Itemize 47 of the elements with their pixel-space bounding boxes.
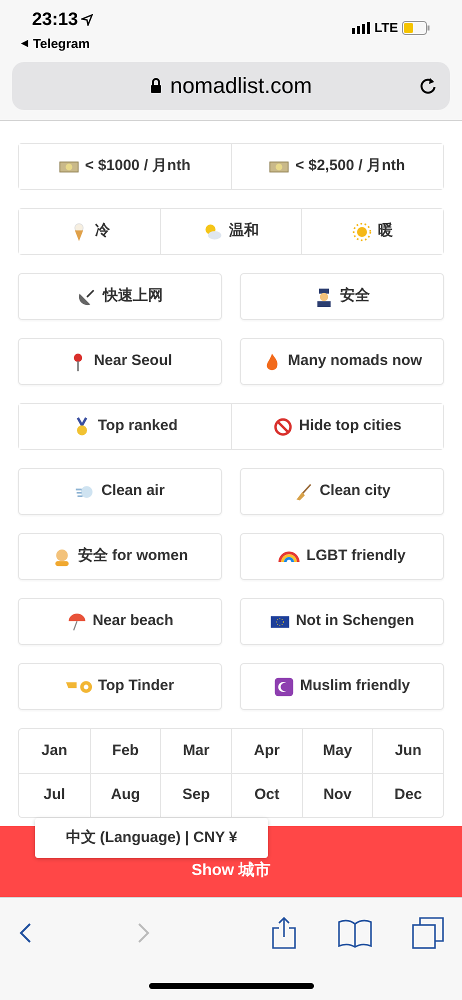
month-button[interactable]: Mar [160,729,231,773]
clock: 23:13 [32,8,78,31]
filter-button[interactable]: Hide top cities [230,404,443,449]
month-button[interactable]: Dec [372,773,443,817]
filter-button[interactable]: 快速上网 [18,273,222,320]
month-button[interactable]: Jan [19,729,90,773]
tabs-icon[interactable] [412,917,444,949]
filter-button[interactable]: Clean air [18,468,222,515]
crescent-icon [274,676,294,696]
bookmarks-icon[interactable] [338,918,372,948]
filter-button[interactable]: < $2,500 / 月nth [230,144,443,189]
battery-icon [402,20,430,35]
month-button[interactable]: Jun [372,729,443,773]
filter-button[interactable]: Near beach [18,598,222,645]
month-button[interactable]: May [302,729,372,773]
month-button[interactable]: Jul [19,773,90,817]
filter-button[interactable]: Many nomads now [240,338,444,385]
sun-icon [352,222,372,242]
network-label: LTE [374,19,398,37]
umbrella-icon [66,612,87,632]
lock-icon [150,78,162,94]
month-button[interactable]: Apr [230,729,302,773]
filter-button[interactable]: Not in Schengen [240,598,444,645]
share-icon[interactable] [271,916,297,950]
filter-button[interactable]: 安全 for women [18,533,222,580]
month-button[interactable]: Nov [302,773,372,817]
filter-button[interactable]: 安全 [240,273,444,320]
signal-icon [352,22,370,34]
filter-button[interactable]: 暖 [301,209,444,254]
language-popup[interactable]: 中文 (Language) | CNY ¥ [35,818,268,858]
back-to-app-link[interactable]: Telegram [20,34,94,54]
month-button[interactable]: Sep [160,773,231,817]
filter-button[interactable]: Clean city [240,468,444,515]
prohibited-icon [272,416,293,436]
sun-cloud-icon [203,222,223,242]
rainbow-icon [278,550,300,562]
location-arrow-icon [81,14,94,26]
filter-button[interactable]: LGBT friendly [240,533,444,580]
address-bar[interactable]: nomadlist.com [12,62,450,110]
filter-button[interactable]: Top Tinder [18,663,222,710]
month-button[interactable]: Aug [90,773,160,817]
back-triangle-icon [20,39,29,48]
month-button[interactable]: Oct [230,773,302,817]
filter-button[interactable]: Muslim friendly [240,663,444,710]
month-button[interactable]: Feb [90,729,160,773]
filter-button[interactable]: Near Seoul [18,338,222,385]
reload-icon[interactable] [418,76,438,96]
